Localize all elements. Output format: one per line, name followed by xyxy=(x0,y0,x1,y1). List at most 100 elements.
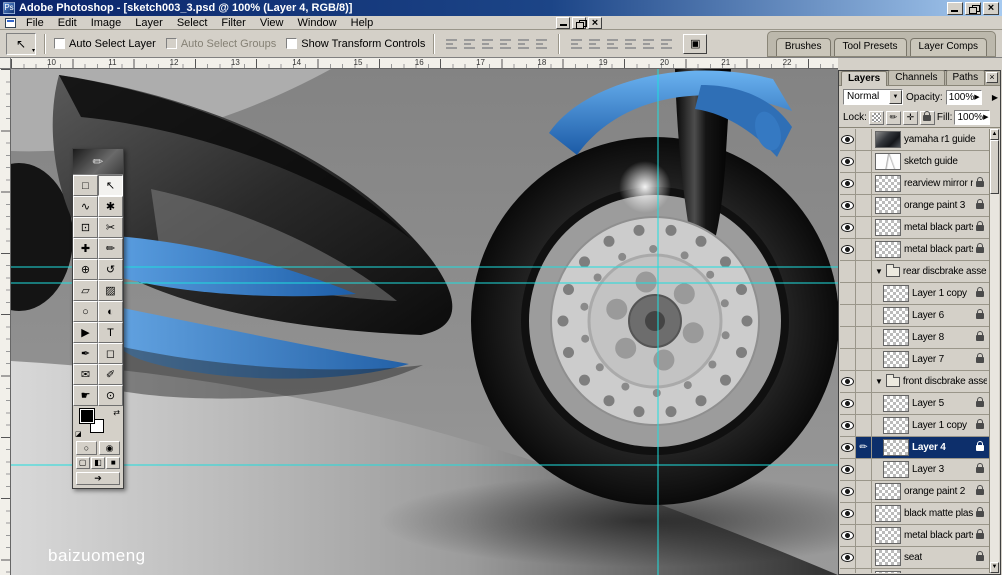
toolbox-header[interactable]: ✏ xyxy=(73,149,123,175)
layer-visibility-toggle[interactable] xyxy=(840,195,856,216)
distribute-vertical-centers-button[interactable] xyxy=(586,35,603,52)
checkbox-box[interactable] xyxy=(165,38,177,49)
menu-layer[interactable]: Layer xyxy=(128,16,170,30)
jump-to-imageready-button[interactable]: ➔ xyxy=(76,472,120,485)
layer-link-cell[interactable] xyxy=(856,371,872,392)
tab-layers[interactable]: Layers xyxy=(841,71,888,86)
align-vertical-centers-button[interactable] xyxy=(461,35,478,52)
scroll-up-icon[interactable]: ▲ xyxy=(990,129,999,140)
layer-row[interactable]: Layer 1 copy xyxy=(840,415,989,437)
tool-history-brush[interactable]: ↺ xyxy=(98,259,123,280)
layer-link-cell[interactable] xyxy=(856,393,872,414)
slider-arrow-icon[interactable]: ▶ xyxy=(974,94,979,101)
top-ruler[interactable]: 1011121314151617181920212223 xyxy=(11,58,838,69)
layer-row[interactable]: seat xyxy=(840,547,989,569)
layer-row[interactable]: ▼ rear discbrake assembly xyxy=(840,261,989,283)
layer-body[interactable]: metal black parts 1 xyxy=(872,239,989,260)
layer-link-cell[interactable] xyxy=(856,503,872,524)
layer-row[interactable]: Layer 8 xyxy=(840,327,989,349)
palette-menu-arrow[interactable]: ▶ xyxy=(992,93,998,102)
close-icon[interactable] xyxy=(983,1,999,15)
layer-row[interactable]: metal black parts 3 xyxy=(840,525,989,547)
tool-brush[interactable]: ✏ xyxy=(98,238,123,259)
menu-filter[interactable]: Filter xyxy=(214,16,252,30)
layer-row[interactable]: rearview mirror right xyxy=(840,173,989,195)
layer-visibility-toggle[interactable] xyxy=(840,305,856,326)
layer-body[interactable]: orange paint 1 xyxy=(872,569,989,573)
menu-help[interactable]: Help xyxy=(344,16,381,30)
distribute-horizontal-centers-button[interactable] xyxy=(640,35,657,52)
fill-input[interactable]: 100% ▶ xyxy=(954,110,991,125)
layer-link-cell[interactable] xyxy=(856,261,872,282)
default-colors-icon[interactable]: ◪ xyxy=(75,430,82,438)
layer-visibility-toggle[interactable] xyxy=(840,525,856,546)
distribute-right-edges-button[interactable] xyxy=(658,35,675,52)
tool-pen[interactable]: ✒ xyxy=(73,343,98,364)
layer-row[interactable]: ✏ Layer 4 xyxy=(840,437,989,459)
layer-visibility-toggle[interactable] xyxy=(840,371,856,392)
align-bottom-edges-button[interactable] xyxy=(479,35,496,52)
full-screen-with-menubar-button[interactable]: ◧ xyxy=(90,457,105,469)
tool-magic-wand[interactable]: ✱ xyxy=(98,196,123,217)
tool-healing-brush[interactable]: ✚ xyxy=(73,238,98,259)
layer-row[interactable]: Layer 3 xyxy=(840,459,989,481)
tool-dodge[interactable]: ◐ xyxy=(98,301,123,322)
layer-link-cell[interactable] xyxy=(856,525,872,546)
layer-body[interactable]: orange paint 2 xyxy=(872,481,989,502)
layer-body[interactable]: Layer 8 xyxy=(872,327,989,348)
layer-link-cell[interactable] xyxy=(856,239,872,260)
layer-body[interactable]: metal black parts 3 xyxy=(872,525,989,546)
layer-link-cell[interactable] xyxy=(856,173,872,194)
tool-lasso[interactable]: ∿ xyxy=(73,196,98,217)
standard-screen-mode-button[interactable]: ▢ xyxy=(75,457,90,469)
layer-link-cell[interactable] xyxy=(856,195,872,216)
edit-quick-mask-mode-button[interactable]: ◉ xyxy=(99,441,120,455)
align-left-edges-button[interactable] xyxy=(497,35,514,52)
layer-body[interactable]: Layer 6 xyxy=(872,305,989,326)
full-screen-mode-button[interactable]: ■ xyxy=(106,457,121,469)
checkbox-box[interactable] xyxy=(54,38,65,49)
menu-image[interactable]: Image xyxy=(84,16,129,30)
lock-image-button[interactable]: ✏ xyxy=(885,110,901,125)
layer-row[interactable]: sketch guide xyxy=(840,151,989,173)
restore-icon[interactable] xyxy=(965,1,981,15)
layer-visibility-toggle[interactable] xyxy=(840,239,856,260)
layer-row[interactable]: Layer 6 xyxy=(840,305,989,327)
lock-transparency-button[interactable] xyxy=(868,110,884,125)
layer-visibility-toggle[interactable] xyxy=(840,569,856,573)
checkbox-box[interactable] xyxy=(286,38,298,49)
layer-body[interactable]: yamaha r1 guide xyxy=(872,129,989,150)
align-horizontal-centers-button[interactable] xyxy=(515,35,532,52)
palette-well-tab-brushes[interactable]: Brushes xyxy=(775,37,831,56)
layer-row[interactable]: orange paint 1 xyxy=(840,569,989,573)
layer-row[interactable]: Layer 5 xyxy=(840,393,989,415)
layer-visibility-toggle[interactable] xyxy=(840,459,856,480)
palette-well-tab-tool-presets[interactable]: Tool Presets xyxy=(833,37,907,56)
layer-link-cell[interactable] xyxy=(856,129,872,150)
layer-visibility-toggle[interactable] xyxy=(840,481,856,502)
doc-close-icon[interactable] xyxy=(588,17,602,29)
doc-restore-icon[interactable] xyxy=(572,17,587,29)
swap-colors-icon[interactable]: ⇄ xyxy=(113,408,120,417)
lock-all-button[interactable] xyxy=(919,110,935,125)
layer-body[interactable]: Layer 1 copy xyxy=(872,415,989,436)
distribute-left-edges-button[interactable] xyxy=(622,35,639,52)
tool-move[interactable]: ↖ xyxy=(98,175,123,196)
blend-mode-select[interactable]: Normal ▼ xyxy=(843,89,903,105)
layer-link-cell[interactable]: ✏ xyxy=(856,437,872,458)
checkbox-auto-select-groups[interactable]: Auto Select Groups xyxy=(165,38,276,50)
layer-visibility-toggle[interactable] xyxy=(840,327,856,348)
tool-slice[interactable]: ✂ xyxy=(98,217,123,238)
layer-body[interactable]: sketch guide xyxy=(872,151,989,172)
menu-edit[interactable]: Edit xyxy=(51,16,84,30)
lock-position-button[interactable]: ✛ xyxy=(902,110,918,125)
layer-link-cell[interactable] xyxy=(856,569,872,573)
minimize-icon[interactable] xyxy=(947,1,963,15)
layer-link-cell[interactable] xyxy=(856,217,872,238)
tool-preset-picker[interactable]: ↖ ▾ xyxy=(6,32,36,55)
menu-window[interactable]: Window xyxy=(291,16,344,30)
layer-row[interactable]: orange paint 2 xyxy=(840,481,989,503)
layer-body[interactable]: Layer 3 xyxy=(872,459,989,480)
layer-row[interactable]: black matte plastic 2 xyxy=(840,503,989,525)
layer-visibility-toggle[interactable] xyxy=(840,415,856,436)
